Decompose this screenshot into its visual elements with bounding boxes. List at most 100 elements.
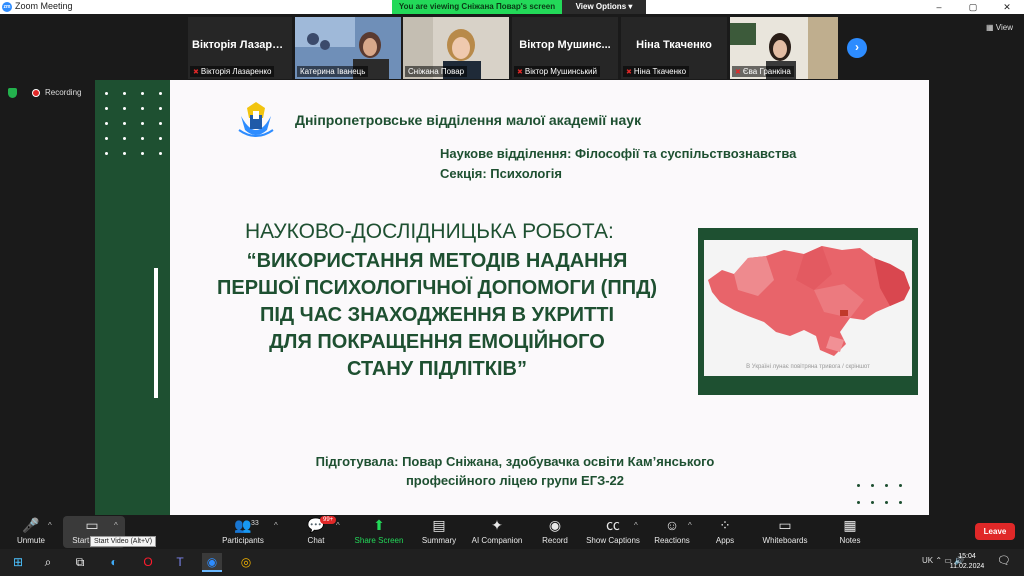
participant-label: Катерина Іванець (297, 66, 369, 77)
mic-muted-icon: 🎤 (22, 517, 40, 533)
research-title-line: ПІД ЧАС ЗНАХОДЖЕННЯ В УКРИТТІ (259, 304, 615, 326)
participant-tile[interactable]: Вікторія Лазарь... ✖ Вікторія Лазаренко (188, 17, 292, 79)
participant-name-large: Ніна Ткаченко (636, 39, 712, 51)
minimize-button[interactable]: – (922, 0, 956, 14)
organization-title: Дніпропетровське відділення малої академ… (295, 112, 642, 128)
decorative-dots (105, 92, 171, 155)
mic-muted-icon: ✖ (193, 69, 199, 76)
whiteboards-button[interactable]: ▭ Whiteboards (758, 515, 812, 549)
notes-icon: ▦ (843, 517, 857, 533)
window-title: Zoom Meeting (15, 1, 73, 11)
clock-date: 11.02.2024 (949, 563, 985, 570)
apps-icon: ⁘ (719, 517, 731, 533)
view-options-button[interactable]: View Options (562, 0, 646, 14)
participants-count: 33 (251, 520, 259, 527)
work-type-heading: НАУКОВО-ДОСЛІДНИЦЬКА РОБОТА: (245, 220, 614, 243)
participants-icon: 👥 (234, 517, 252, 533)
decorative-dots-bottom (857, 484, 913, 504)
research-title-line: СТАНУ ПІДЛІТКІВ” (347, 358, 527, 380)
share-screen-icon: ⬆ (373, 517, 385, 533)
participant-tile[interactable]: Віктор Мушинс... ✖ Віктор Мушинський (512, 17, 618, 79)
participant-name-large: Віктор Мушинс... (519, 39, 611, 51)
teams-icon[interactable]: T (170, 553, 190, 572)
video-off-icon: ▭ (85, 517, 99, 533)
mic-muted-icon: ✖ (517, 69, 523, 76)
taskbar-clock[interactable]: 15:04 11.02.2024 (946, 552, 988, 572)
gallery-next-page-button[interactable]: › (847, 38, 867, 58)
tray-overflow-icon[interactable]: ⌃ (935, 556, 944, 565)
zoom-app-icon: zm (2, 2, 12, 12)
recording-label: Recording (45, 88, 82, 97)
start-video-tooltip: Start Video (Alt+V) (90, 536, 157, 547)
reactions-button[interactable]: ☺ Reactions (652, 515, 692, 549)
participant-tile[interactable]: Ніна Ткаченко ✖ Ніна Ткаченко (621, 17, 727, 79)
ukraine-map-image (708, 246, 910, 356)
participant-tile-active-speaker[interactable]: Сніжана Повар (403, 17, 509, 79)
participant-label: ✖ Ніна Ткаченко (623, 66, 690, 77)
language-indicator[interactable]: UK (922, 556, 933, 565)
record-icon: ◉ (548, 517, 562, 533)
mic-muted-icon: ✖ (735, 69, 741, 76)
ai-companion-button[interactable]: ✦ AI Companion (468, 515, 526, 549)
ai-companion-icon: ✦ (491, 517, 503, 533)
summary-button[interactable]: ▤ Summary (418, 515, 460, 549)
windows-start-icon[interactable]: ⊞ (8, 553, 28, 572)
captions-options-caret[interactable]: ^ (634, 521, 638, 530)
record-button[interactable]: ◉ Record (536, 515, 574, 549)
section-text: Секція: Психологія (440, 166, 562, 181)
chat-options-caret[interactable]: ^ (336, 521, 340, 530)
chrome-icon[interactable]: ◎ (236, 553, 256, 572)
slide-green-bar (95, 80, 170, 516)
reactions-options-caret[interactable]: ^ (688, 521, 692, 530)
prepared-by-line: Підготувала: Повар Сніжана, здобувачка о… (315, 454, 715, 469)
air-alert-map (704, 240, 912, 359)
view-button[interactable]: ▦ View (986, 23, 1013, 32)
close-button[interactable]: ✕ (990, 0, 1024, 14)
participant-tile[interactable]: Катерина Іванець (295, 17, 401, 79)
windows-taskbar: ⊞ ⌕ ⧉ ◐ O T ◉ ◎ UK ⌃ ▭ 🔊 (0, 549, 1024, 576)
participant-name-large: Вікторія Лазарь... (192, 39, 288, 51)
opera-icon[interactable]: O (138, 553, 158, 572)
leave-button[interactable]: Leave (975, 523, 1015, 540)
whiteboards-icon: ▭ (778, 517, 792, 533)
mic-muted-icon: ✖ (626, 69, 632, 76)
unmute-button[interactable]: 🎤 Unmute (10, 515, 52, 549)
academy-logo (238, 102, 274, 137)
participants-options-caret[interactable]: ^ (274, 521, 278, 530)
maximize-button[interactable]: ▢ (956, 0, 990, 14)
edge-icon[interactable]: ◐ (104, 553, 124, 572)
department-text: Наукове відділення: Філософії та суспіль… (440, 146, 797, 161)
video-options-caret[interactable]: ^ (114, 521, 118, 530)
participant-label: ✖ Віктор Мушинський (514, 66, 600, 77)
participant-label: ✖ Вікторія Лазаренко (190, 66, 275, 77)
summary-icon: ▤ (432, 517, 446, 533)
grid-view-icon: ▦ (986, 23, 996, 32)
clock-time: 15:04 (958, 553, 976, 560)
share-banner: You are viewing Сніжана Повар's screen V… (392, 0, 646, 14)
search-icon[interactable]: ⌕ (38, 553, 58, 572)
chat-unread-badge: 99+ (320, 516, 337, 524)
task-view-icon[interactable]: ⧉ (70, 553, 90, 572)
participant-tile[interactable]: ✖ Єва Гранкіна (730, 17, 838, 79)
slide-accent-line (154, 268, 158, 398)
participant-label: Сніжана Повар (405, 66, 468, 77)
reactions-icon: ☺ (664, 517, 680, 533)
prepared-by-line: професійного ліцею групи ЕГЗ-22 (405, 473, 625, 488)
notification-icon[interactable]: 🗨 (996, 554, 1012, 570)
research-title-line: ДЛЯ ПОКРАЩЕННЯ ЕМОЦІЙНОГО (269, 331, 605, 353)
participants-button[interactable]: 👥 Participants (218, 515, 268, 549)
apps-button[interactable]: ⁘ Apps (710, 515, 740, 549)
research-title: “ВИКОРИСТАННЯ МЕТОДІВ НАДАННЯ ПЕРШОЇ ПСИ… (177, 248, 697, 383)
map-caption: В Україні лунає повітряна тривога / скрі… (704, 359, 912, 376)
security-shield-icon[interactable] (8, 88, 17, 98)
recording-icon (32, 89, 40, 97)
zoom-window: zm Zoom Meeting – ▢ ✕ You are viewing Сн… (0, 0, 1024, 576)
window-controls: – ▢ ✕ (922, 0, 1024, 14)
air-alert-map-frame: В Україні лунає повітряна тривога / скрі… (698, 228, 918, 395)
share-screen-button[interactable]: ⬆ Share Screen (352, 515, 406, 549)
research-title-line: ПЕРШОЇ ПСИХОЛОГІЧНОЇ ДОПОМОГИ (ППД) (216, 277, 657, 299)
shared-screen-slide: Дніпропетровське відділення малої академ… (95, 80, 929, 516)
notes-button[interactable]: ▦ Notes (834, 515, 866, 549)
unmute-options-caret[interactable]: ^ (48, 521, 52, 530)
zoom-taskbar-icon[interactable]: ◉ (202, 553, 222, 572)
